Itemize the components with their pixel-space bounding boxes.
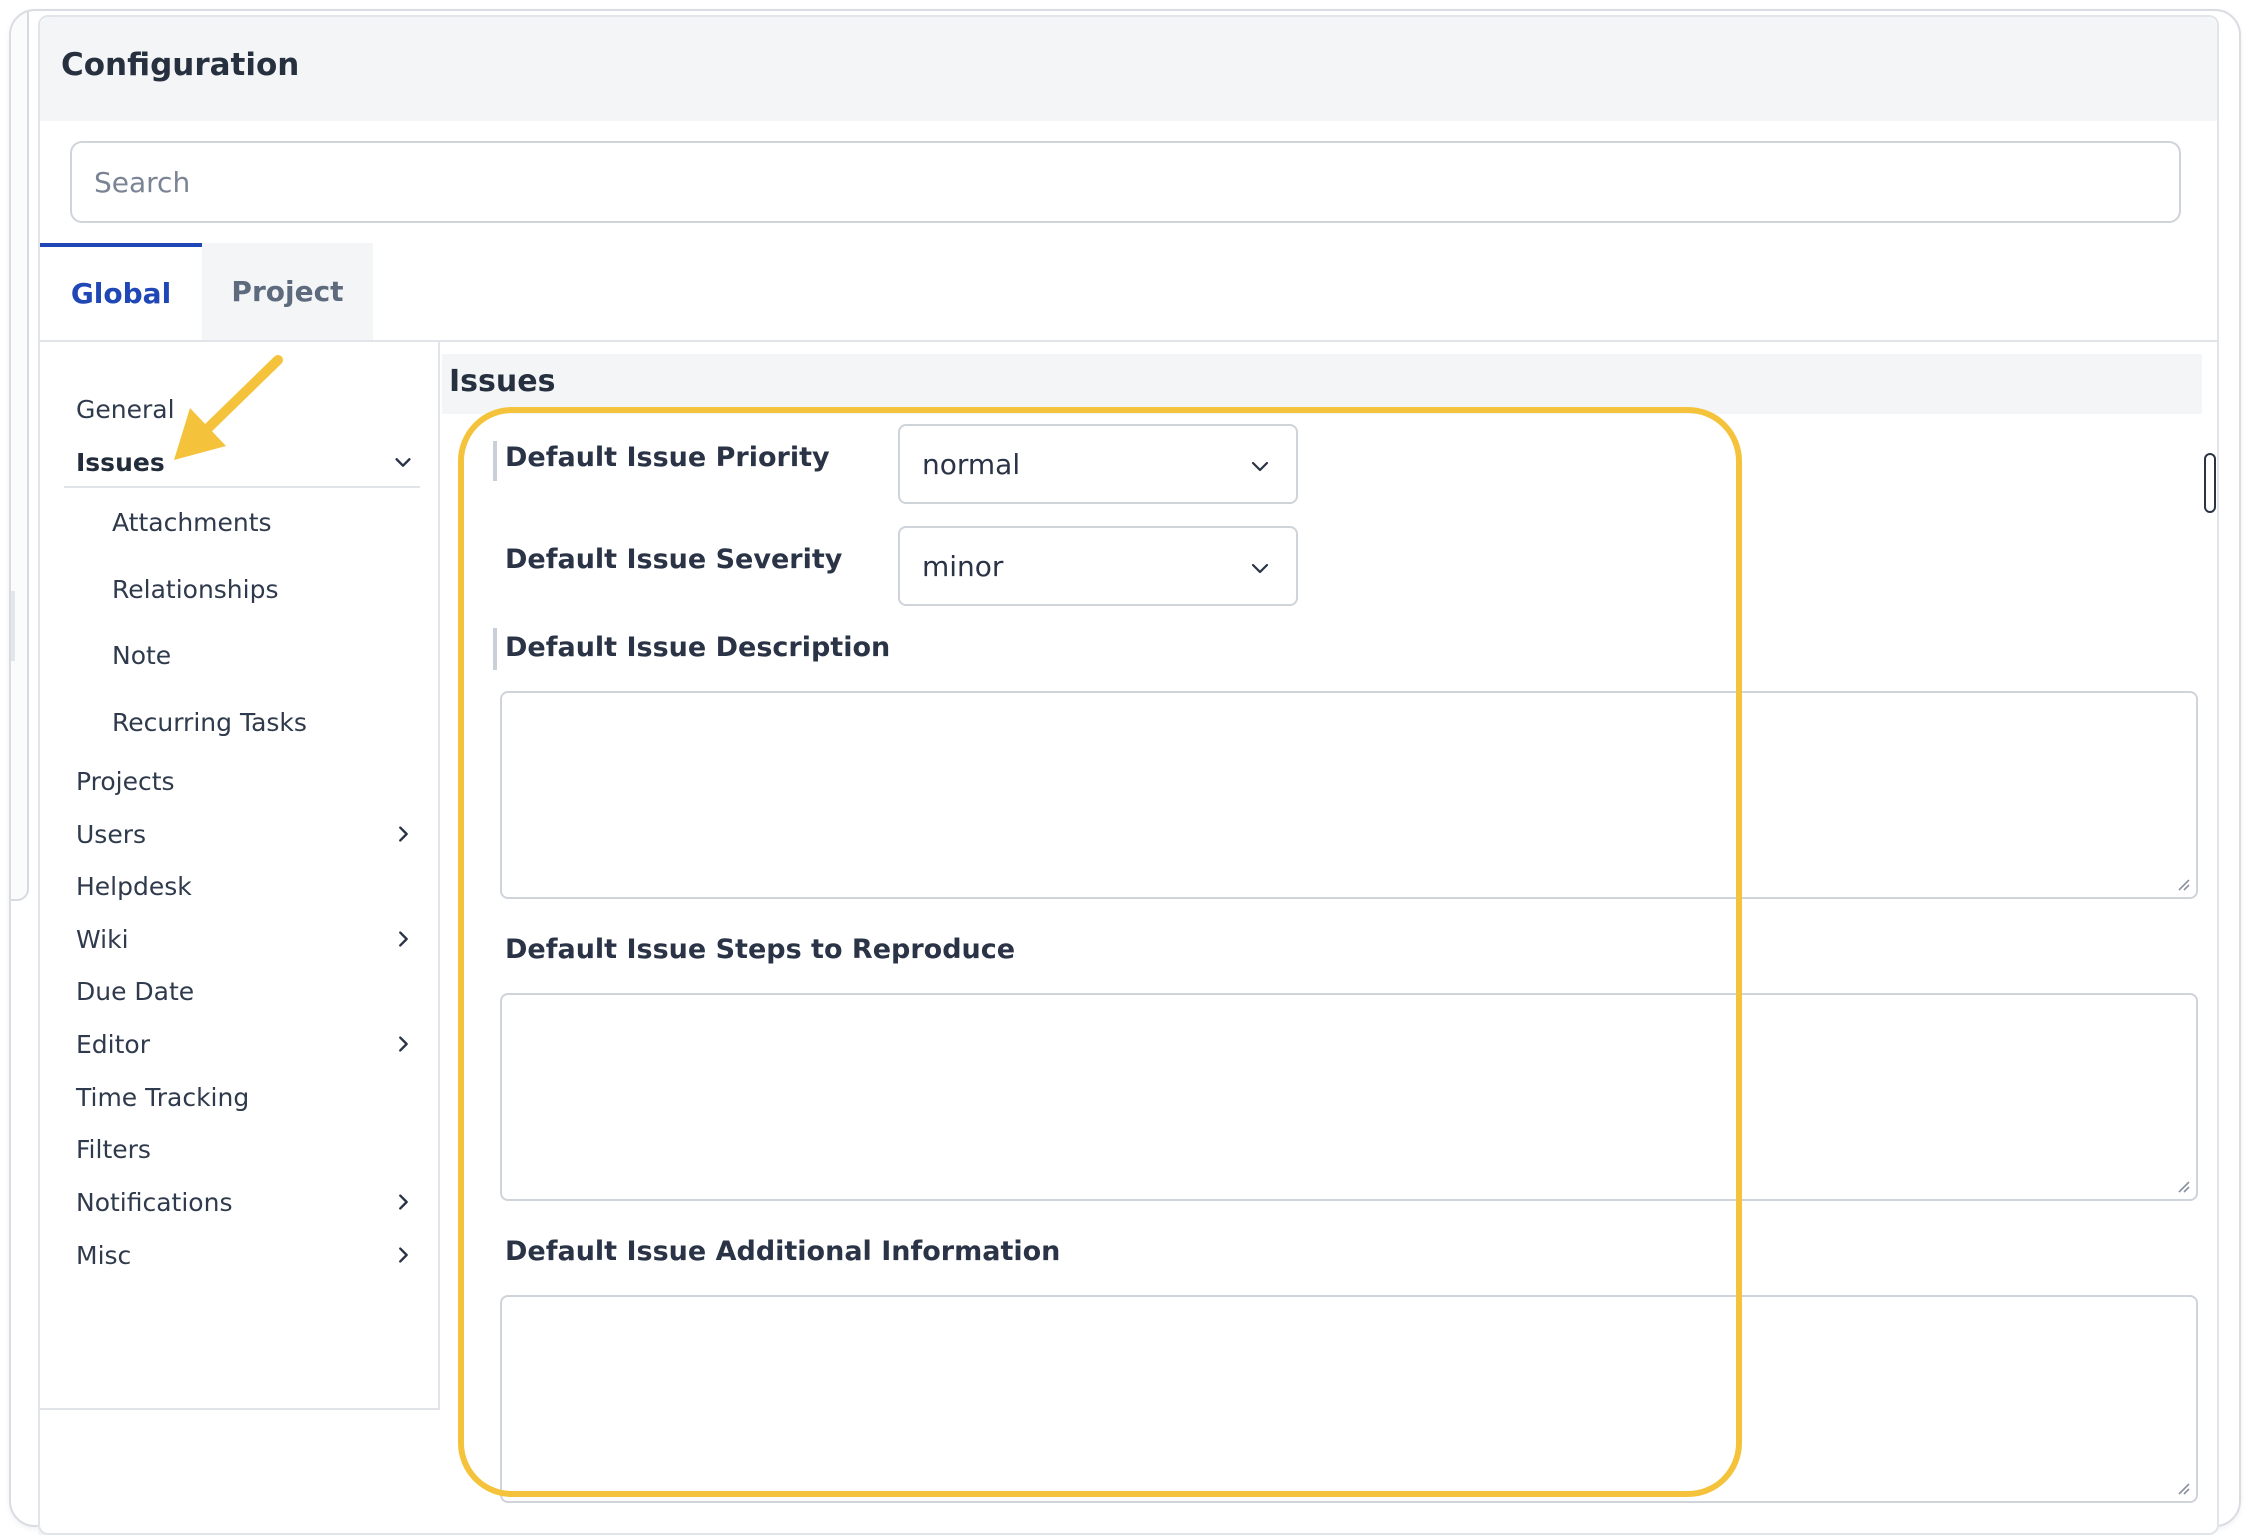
- priority-value: normal: [922, 447, 1021, 481]
- sidebar-item-label: Time Tracking: [76, 1082, 250, 1112]
- sidebar-item-label: Relationships: [112, 574, 279, 604]
- section-header: Issues: [442, 354, 2202, 414]
- sidebar-item-note[interactable]: Note: [40, 632, 430, 678]
- priority-label: Default Issue Priority: [505, 442, 830, 473]
- sidebar-item-relationships[interactable]: Relationships: [40, 566, 430, 612]
- chevron-down-icon: [1251, 563, 1269, 574]
- resize-handle-icon[interactable]: [2174, 1479, 2190, 1495]
- divider: [64, 486, 420, 488]
- chevron-right-icon: [399, 1036, 408, 1052]
- sidebar-item-wiki[interactable]: Wiki: [40, 916, 430, 962]
- sidebar-item-label: Editor: [76, 1029, 150, 1059]
- tab-global[interactable]: Global: [40, 243, 202, 340]
- background-panel-notch: [11, 591, 15, 661]
- sidebar-item-due-date[interactable]: Due Date: [40, 968, 430, 1014]
- sidebar-item-label: Due Date: [76, 976, 195, 1006]
- severity-select[interactable]: minor: [898, 526, 1298, 606]
- sidebar-item-label: Recurring Tasks: [112, 707, 307, 737]
- search-input[interactable]: [70, 141, 2181, 223]
- severity-label: Default Issue Severity: [505, 544, 843, 575]
- chevron-right-icon: [399, 931, 408, 947]
- resize-handle-icon[interactable]: [2174, 875, 2190, 891]
- label-marker: [493, 441, 497, 481]
- description-label: Default Issue Description: [505, 632, 891, 663]
- sidebar-item-attachments[interactable]: Attachments: [40, 499, 430, 545]
- sidebar-item-label: Issues: [76, 447, 165, 477]
- section-title: Issues: [449, 364, 556, 399]
- sidebar-item-label: Users: [76, 819, 147, 849]
- arrow-annotation-icon: [174, 355, 283, 460]
- additional-info-textarea[interactable]: [500, 1295, 2198, 1503]
- sidebar-item-time-tracking[interactable]: Time Tracking: [40, 1074, 430, 1120]
- sidebar-item-notifications[interactable]: Notifications: [40, 1179, 430, 1225]
- sidebar-item-label: Wiki: [76, 924, 129, 954]
- chevron-right-icon: [399, 1194, 408, 1210]
- sidebar-item-users[interactable]: Users: [40, 811, 430, 857]
- chevron-down-icon: [395, 458, 411, 467]
- sidebar-item-misc[interactable]: Misc: [40, 1232, 430, 1278]
- resize-handle-icon[interactable]: [2174, 1177, 2190, 1193]
- priority-select[interactable]: normal: [898, 424, 1298, 504]
- sidebar-item-editor[interactable]: Editor: [40, 1021, 430, 1067]
- steps-label: Default Issue Steps to Reproduce: [505, 934, 1016, 965]
- page-title: Configuration: [61, 47, 300, 83]
- sidebar-item-label: Attachments: [112, 507, 272, 537]
- tab-bar: Global Project: [40, 243, 2217, 342]
- scrollbar-thumb[interactable]: [2204, 453, 2216, 513]
- sidebar-item-label: Note: [112, 640, 172, 670]
- sidebar-item-filters[interactable]: Filters: [40, 1126, 430, 1172]
- chevron-down-icon: [1251, 461, 1269, 472]
- sidebar-item-recurring-tasks[interactable]: Recurring Tasks: [40, 699, 430, 745]
- chevron-right-icon: [399, 826, 408, 842]
- additional-info-label: Default Issue Additional Information: [505, 1236, 1061, 1267]
- sidebar-item-label: Filters: [76, 1134, 151, 1164]
- sidebar-item-projects[interactable]: Projects: [40, 758, 430, 804]
- sidebar-item-label: Helpdesk: [76, 871, 192, 901]
- sidebar-item-helpdesk[interactable]: Helpdesk: [40, 863, 430, 909]
- sidebar-item-label: Projects: [76, 766, 175, 796]
- chevron-right-icon: [399, 1247, 408, 1263]
- background-panel-edge: [11, 11, 29, 901]
- panel-header: Configuration: [40, 17, 2217, 121]
- sidebar-item-label: Misc: [76, 1240, 132, 1270]
- sidebar-item-label: Notifications: [76, 1187, 233, 1217]
- steps-textarea[interactable]: [500, 993, 2198, 1201]
- severity-value: minor: [922, 549, 1004, 583]
- label-marker: [493, 628, 497, 670]
- tab-project[interactable]: Project: [202, 243, 373, 340]
- description-textarea[interactable]: [500, 691, 2198, 899]
- sidebar-nav: General Issues Attachments Relationships…: [40, 342, 440, 1410]
